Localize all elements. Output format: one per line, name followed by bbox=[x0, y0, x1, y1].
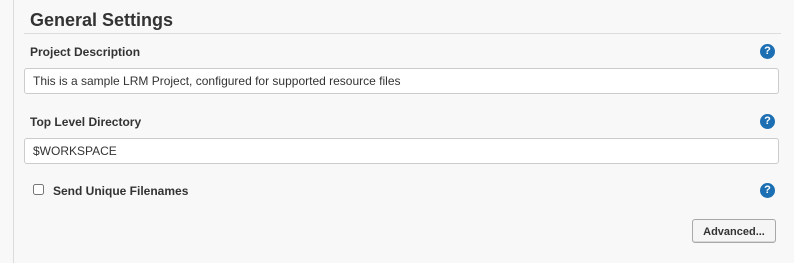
top-level-directory-help-icon[interactable]: ? bbox=[760, 114, 775, 129]
advanced-button[interactable]: Advanced... bbox=[692, 219, 776, 243]
panel-right-edge bbox=[794, 0, 800, 263]
general-settings-panel: General Settings Project Description ? T… bbox=[0, 0, 800, 263]
send-unique-filenames-label[interactable]: Send Unique Filenames bbox=[53, 183, 188, 199]
section-title-divider bbox=[24, 33, 781, 34]
top-level-directory-input[interactable] bbox=[24, 138, 779, 164]
project-description-help-icon[interactable]: ? bbox=[760, 44, 775, 59]
project-description-input[interactable] bbox=[24, 68, 779, 94]
send-unique-filenames-help-icon[interactable]: ? bbox=[760, 183, 775, 198]
section-title: General Settings bbox=[30, 10, 174, 30]
top-level-directory-label: Top Level Directory bbox=[30, 115, 142, 129]
project-description-label: Project Description bbox=[30, 45, 141, 59]
panel-left-divider bbox=[13, 0, 14, 263]
send-unique-filenames-checkbox[interactable] bbox=[33, 184, 44, 195]
